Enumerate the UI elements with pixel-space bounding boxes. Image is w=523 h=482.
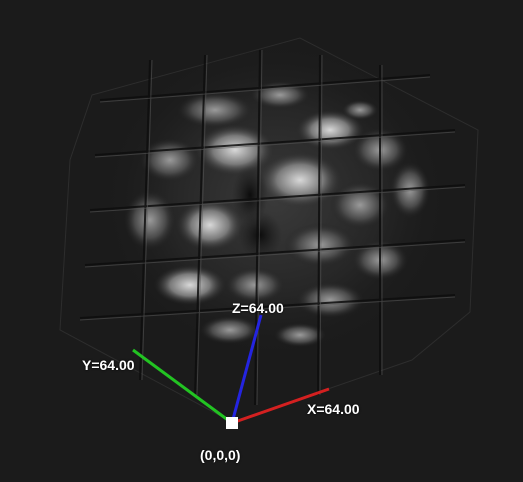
y-axis-line xyxy=(132,348,233,425)
y-axis-label: Y=64.00 xyxy=(82,357,135,373)
origin-label: (0,0,0) xyxy=(200,447,241,463)
3d-volume-viewport[interactable]: Z=64.00 Y=64.00 X=64.00 (0,0,0) xyxy=(0,0,523,482)
origin-marker[interactable] xyxy=(226,417,238,429)
z-axis-label: Z=64.00 xyxy=(232,300,284,316)
x-axis-label: X=64.00 xyxy=(307,401,360,417)
volume-render-canvas[interactable] xyxy=(0,0,523,482)
